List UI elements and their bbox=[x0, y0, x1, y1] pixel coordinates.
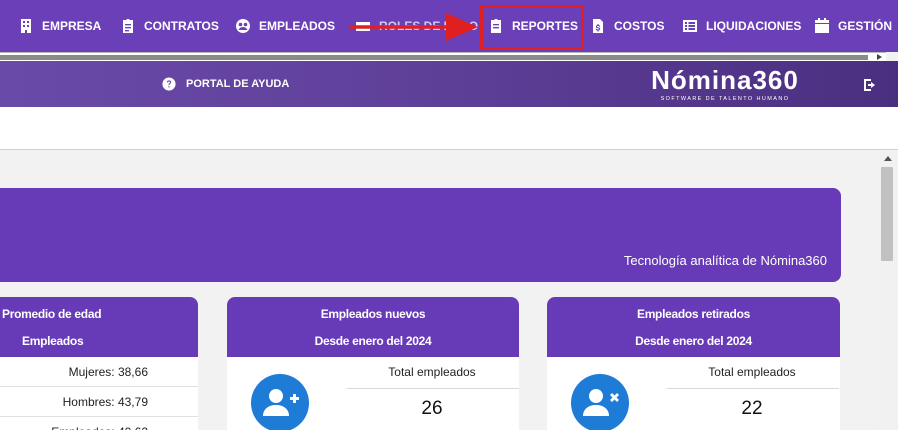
nav-item-empleados[interactable]: EMPLEADOS bbox=[235, 14, 335, 38]
divider bbox=[667, 388, 839, 389]
card-subtitle: Empleados bbox=[22, 334, 84, 348]
scroll-up-arrow-icon[interactable] bbox=[884, 156, 892, 161]
card-title: Empleados retirados bbox=[636, 307, 750, 321]
nav-item-gestion[interactable]: GESTIÓN bbox=[814, 14, 892, 38]
annotation-highlight-box bbox=[480, 5, 584, 50]
remove-user-icon bbox=[571, 374, 629, 430]
app-window: EMPRESA CONTRATOS EMPLEADOS ROLES DE PAG… bbox=[0, 0, 898, 430]
scrollbar-thumb[interactable] bbox=[881, 167, 893, 261]
vertical-scrollbar[interactable] bbox=[878, 151, 898, 430]
card-header: Promedio de edad Empleados bbox=[0, 297, 198, 357]
nav-label: EMPRESA bbox=[42, 19, 102, 33]
card-subtitle: Desde enero del 2024 bbox=[635, 334, 752, 348]
add-user-icon bbox=[251, 374, 309, 430]
clipboard-icon bbox=[123, 18, 133, 33]
total-employees-label: Total empleados bbox=[388, 365, 476, 379]
total-employees-value: 22 bbox=[741, 398, 763, 419]
scroll-right-arrow-icon[interactable] bbox=[877, 54, 882, 60]
building-icon bbox=[21, 19, 31, 33]
calendar-icon bbox=[815, 18, 829, 33]
card-header: Empleados nuevos Desde enero del 2024 bbox=[227, 297, 519, 357]
list-icon bbox=[683, 20, 697, 32]
nav-item-liquidaciones[interactable]: LIQUIDACIONES bbox=[682, 14, 801, 38]
stat-row-all: Empleados: 40,62 bbox=[0, 417, 198, 430]
total-employees-label: Total empleados bbox=[708, 365, 796, 379]
card-header: Empleados retirados Desde enero del 2024 bbox=[547, 297, 840, 357]
secondary-header: PORTAL DE AYUDA Nómina360 SOFTWARE DE TA… bbox=[0, 61, 898, 107]
main-content: Tecnología analítica de Nómina360 Promed… bbox=[0, 151, 878, 430]
logo-tagline: SOFTWARE DE TALENTO HUMANO bbox=[660, 96, 790, 102]
help-portal-label: PORTAL DE AYUDA bbox=[186, 78, 290, 90]
annotation-arrow-icon bbox=[350, 13, 478, 41]
nav-label: COSTOS bbox=[614, 19, 665, 33]
nav-label: EMPLEADOS bbox=[259, 19, 336, 33]
nav-label: CONTRATOS bbox=[144, 19, 219, 33]
card-title: Empleados nuevos bbox=[320, 307, 426, 321]
nav-label: GESTIÓN bbox=[838, 19, 893, 33]
users-icon bbox=[236, 19, 250, 33]
horizontal-scrollbar[interactable] bbox=[0, 52, 886, 61]
banner-tagline: Tecnología analítica de Nómina360 bbox=[623, 253, 827, 268]
help-icon bbox=[162, 77, 176, 91]
card-retired-employees: Empleados retirados Desde enero del 2024… bbox=[547, 297, 840, 430]
nav-item-costos[interactable]: COSTOS bbox=[590, 14, 664, 38]
logo-main-text: Nómina360 bbox=[651, 65, 799, 95]
nav-item-empresa[interactable]: EMPRESA bbox=[18, 14, 101, 38]
scrollbar-thumb[interactable] bbox=[0, 55, 868, 60]
stat-row-women: Mujeres: 38,66 bbox=[0, 357, 198, 387]
nav-label: LIQUIDACIONES bbox=[706, 19, 802, 33]
cost-file-icon bbox=[593, 19, 603, 33]
brand-logo: Nómina360 SOFTWARE DE TALENTO HUMANO bbox=[650, 65, 800, 103]
page-toolbar-strip bbox=[0, 107, 898, 150]
card-subtitle: Desde enero del 2024 bbox=[314, 334, 432, 348]
divider bbox=[347, 388, 519, 389]
logout-icon[interactable] bbox=[862, 77, 878, 93]
card-new-employees: Empleados nuevos Desde enero del 2024 To… bbox=[227, 297, 519, 430]
nav-item-contratos[interactable]: CONTRATOS bbox=[120, 14, 219, 38]
total-employees-value: 26 bbox=[421, 398, 443, 419]
help-portal-link[interactable]: PORTAL DE AYUDA bbox=[162, 77, 289, 91]
stat-row-men: Hombres: 43,79 bbox=[0, 387, 198, 417]
card-average-age: Promedio de edad Empleados Mujeres: 38,6… bbox=[0, 297, 198, 430]
dashboard-banner: Tecnología analítica de Nómina360 bbox=[0, 188, 841, 282]
card-title: Promedio de edad bbox=[2, 307, 102, 321]
